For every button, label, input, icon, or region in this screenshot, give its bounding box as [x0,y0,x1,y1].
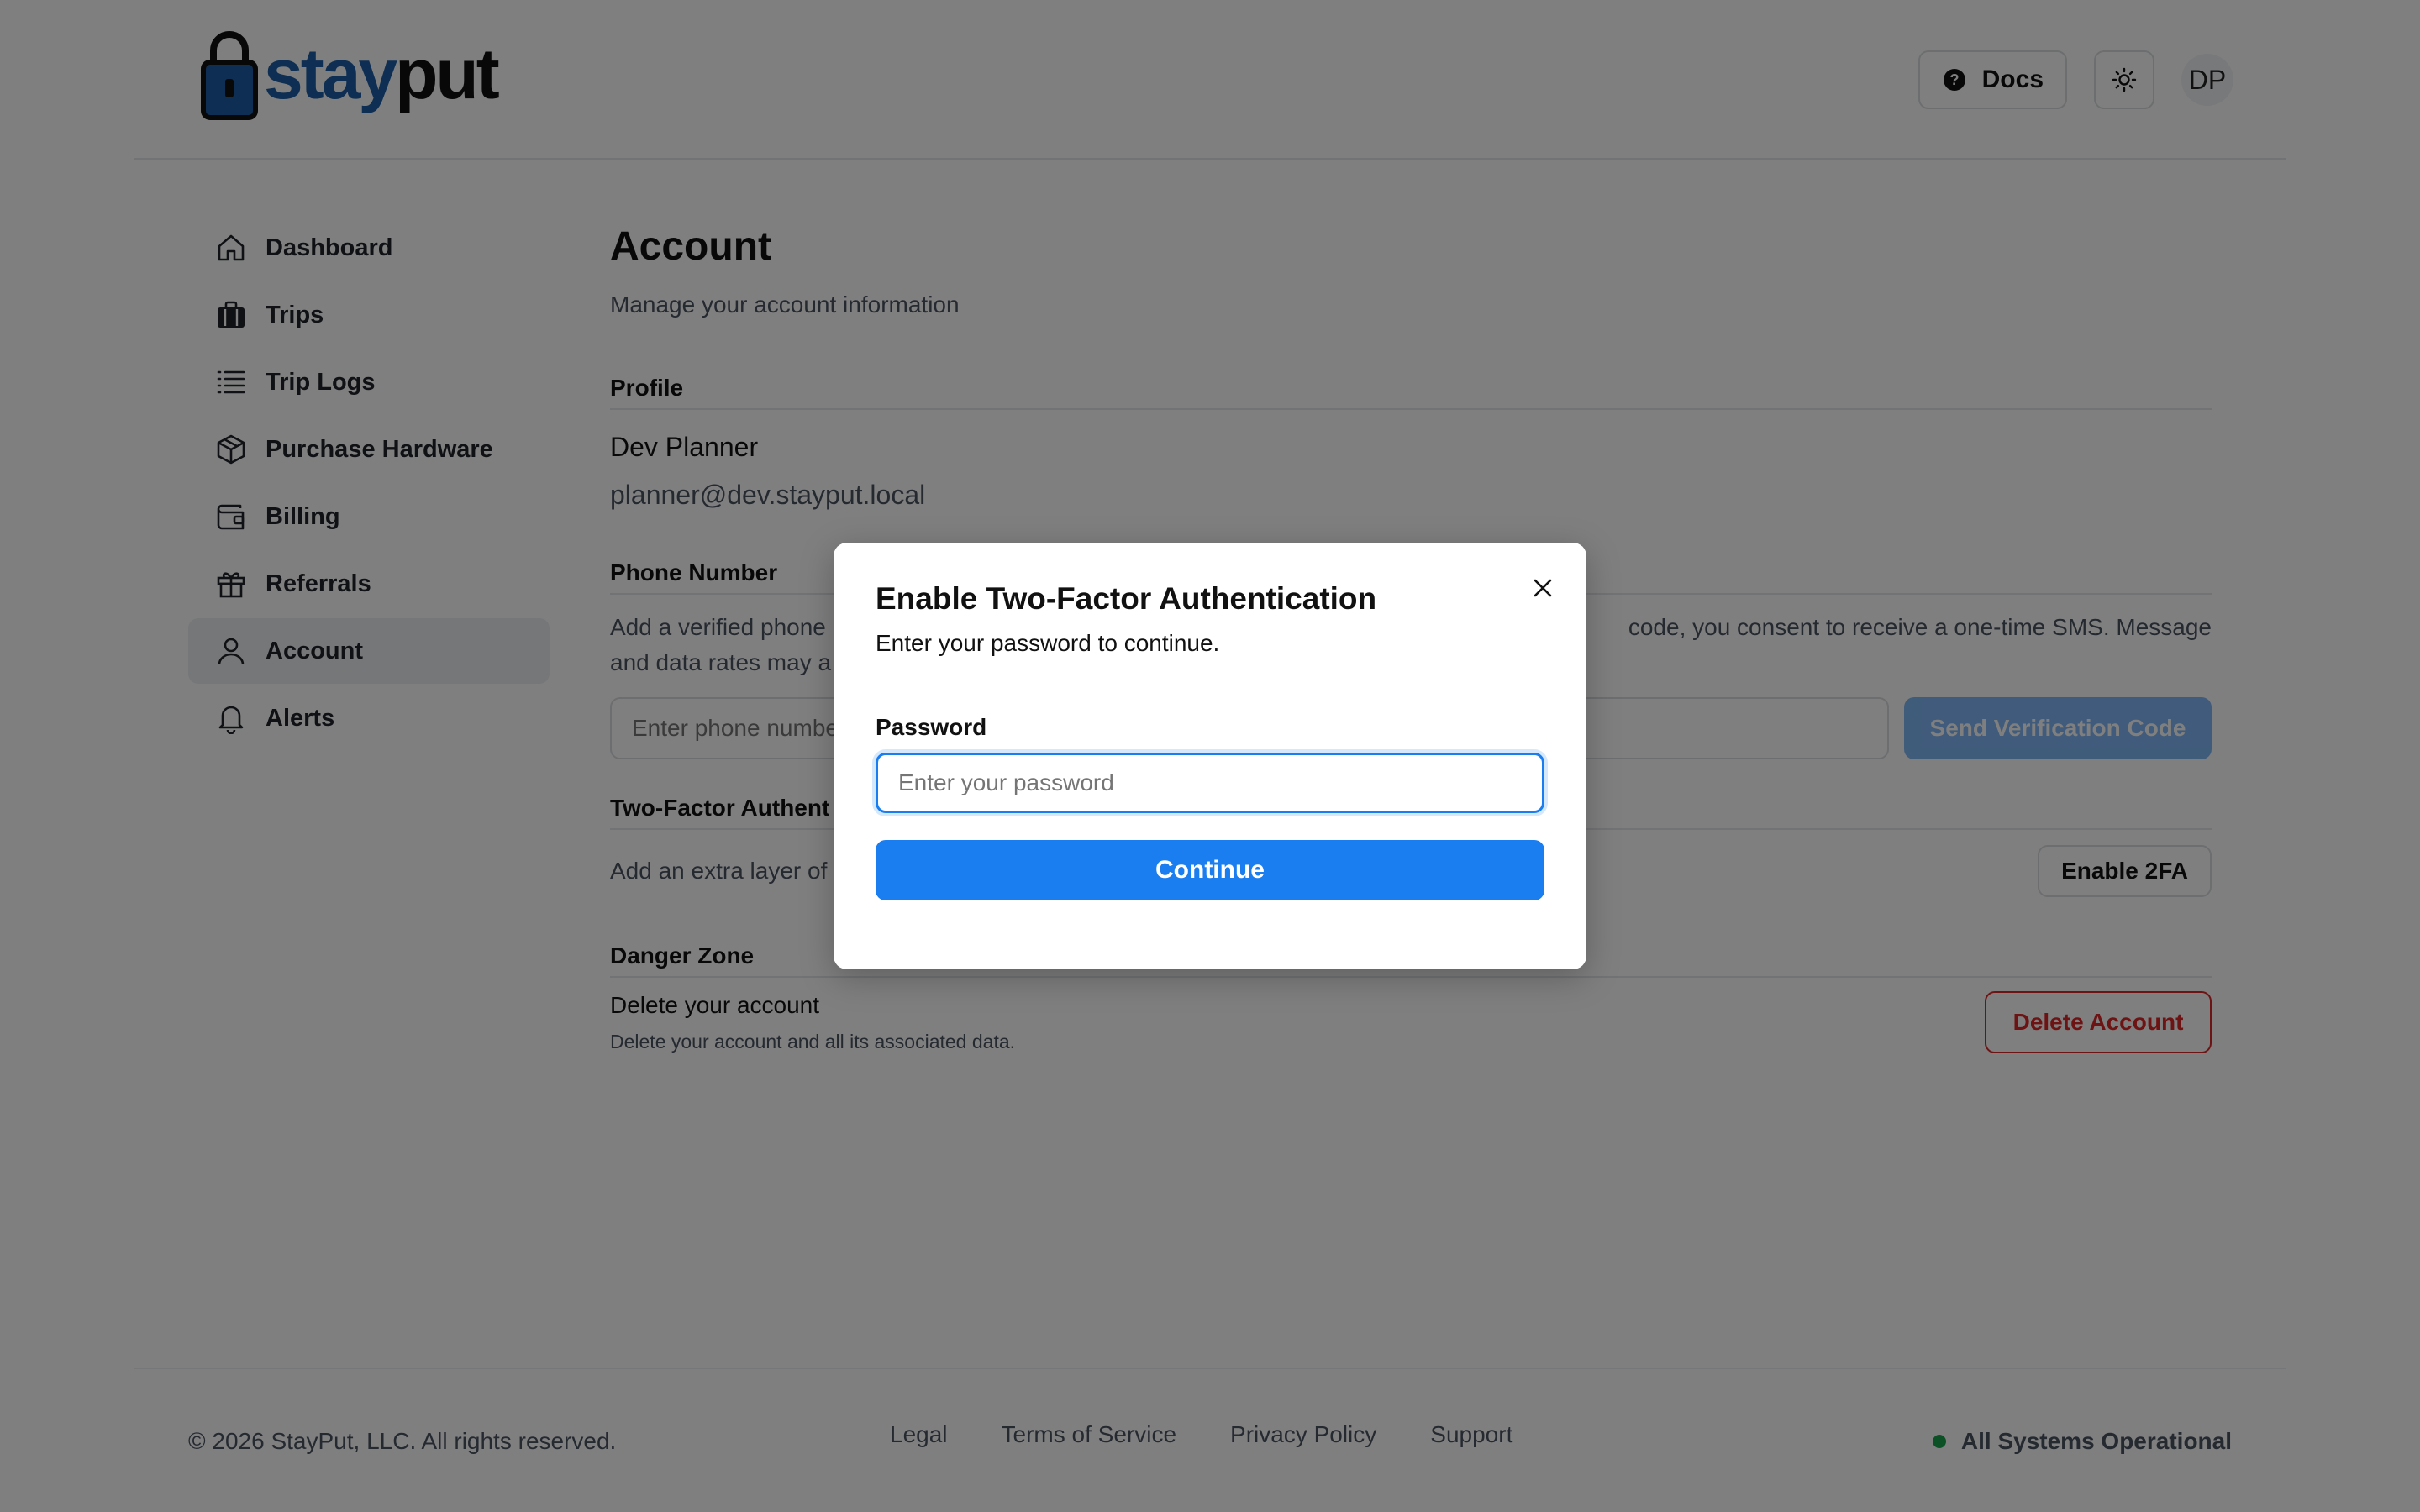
continue-button[interactable]: Continue [876,840,1544,900]
enable-2fa-dialog: Enable Two-Factor Authentication Enter y… [834,543,1586,969]
dialog-title: Enable Two-Factor Authentication [876,581,1377,616]
close-icon [1534,579,1552,597]
dialog-subtitle: Enter your password to continue. [876,630,1220,656]
password-label: Password [876,714,987,740]
close-button[interactable] [1528,573,1558,603]
password-input[interactable] [876,753,1544,813]
